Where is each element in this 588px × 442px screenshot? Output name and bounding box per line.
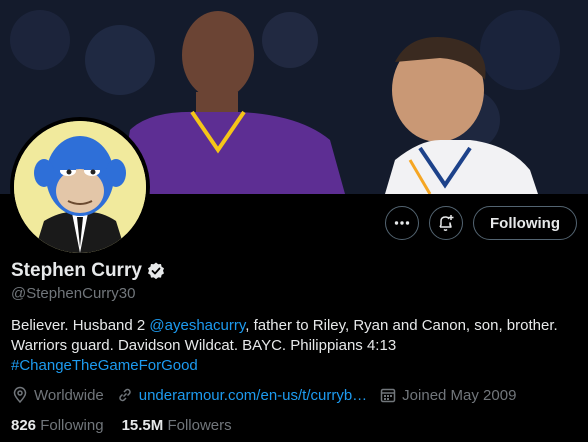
calendar-icon (380, 388, 396, 403)
follow-stats: 826 Following 15.5M Followers (11, 417, 250, 434)
location-item: Worldwide (11, 386, 104, 404)
joined-text: Joined May 2009 (402, 386, 517, 404)
more-button[interactable] (385, 206, 420, 240)
display-name: Stephen Curry (11, 260, 142, 281)
mention-link[interactable]: @ayeshacurry (149, 317, 245, 334)
profile-meta: Worldwide underarmour.com/en-us/t/curryb… (11, 386, 528, 404)
profile-name-row: Stephen Curry (11, 260, 166, 282)
website-item: underarmour.com/en-us/t/curryb… (116, 386, 367, 404)
following-label: Following (40, 417, 104, 434)
joined-item: Joined May 2009 (379, 386, 516, 404)
following-button[interactable]: Following (473, 206, 577, 240)
bio: Believer. Husband 2 @ayeshacurry, father… (11, 316, 581, 376)
hashtag-link[interactable]: #ChangeTheGameForGood (11, 357, 198, 374)
followers-count: 15.5M (121, 417, 164, 434)
location-pin-icon (13, 386, 27, 404)
avatar-frame[interactable] (10, 117, 150, 257)
verified-badge-icon[interactable] (146, 261, 166, 281)
avatar (14, 121, 146, 253)
website-link[interactable]: underarmour.com/en-us/t/curryb… (139, 387, 367, 404)
followers-label: Followers (167, 417, 232, 434)
profile-actions: Following (385, 206, 577, 240)
following-count: 826 (11, 417, 37, 434)
location-text: Worldwide (34, 386, 104, 404)
notifications-button[interactable] (429, 206, 464, 240)
bored-ape-avatar-image (14, 121, 146, 253)
handle: @StephenCurry30 (11, 285, 136, 302)
followers-stat[interactable]: 15.5M Followers (122, 417, 232, 434)
following-stat[interactable]: 826 Following (11, 417, 104, 434)
bell-plus-icon (439, 215, 454, 231)
bio-text-1: Believer. Husband 2 (11, 317, 150, 334)
more-horizontal-icon (394, 221, 410, 225)
link-icon (119, 388, 131, 402)
